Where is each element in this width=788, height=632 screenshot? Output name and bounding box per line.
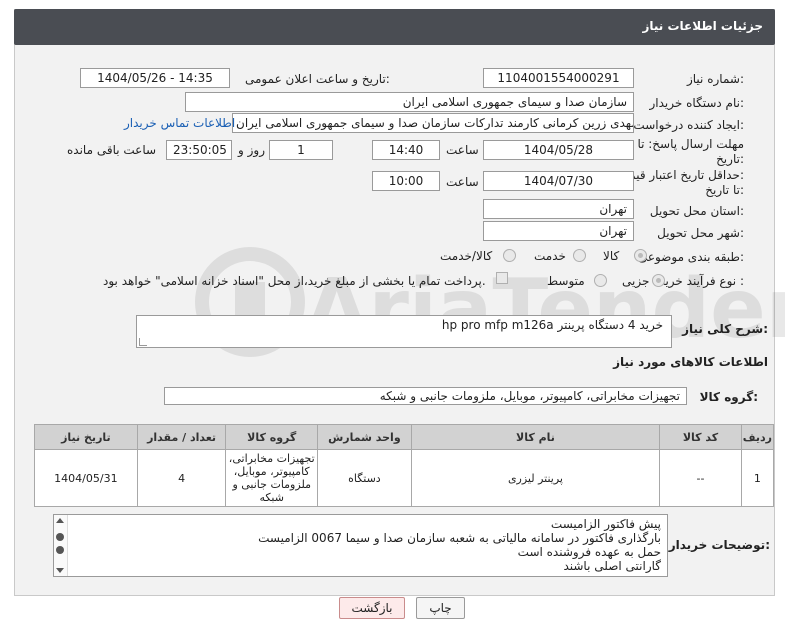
- buyer-notes-field: پیش فاکتور الزامیست بارگذاری فاکتور در س…: [53, 514, 668, 577]
- category-radio-service[interactable]: [573, 249, 586, 262]
- validity-date-label: تا تاریخ:: [705, 183, 744, 197]
- resize-handle[interactable]: [139, 338, 147, 346]
- remaining-days-field: 1: [269, 140, 333, 160]
- header-item-code: کد کالا: [659, 424, 742, 450]
- table-row: 1 -- پرینتر لیزری دستگاه تجهیزات مخابرات…: [34, 449, 775, 507]
- cell-need-date: 1404/05/31: [34, 449, 138, 507]
- city-field: تهران: [483, 221, 634, 241]
- category-radio-goods[interactable]: [634, 249, 647, 262]
- announce-datetime-field: 1404/05/26 - 14:35: [80, 68, 230, 88]
- header-row-number: ردیف: [740, 424, 775, 450]
- description-field: خرید 4 دستگاه پرینتر hp pro mfp m126a: [136, 315, 672, 348]
- buyer-org-label: نام دستگاه خریدار:: [649, 96, 745, 110]
- notes-line: گارانتی اصلی باشند: [563, 559, 661, 573]
- cell-quantity: 4: [136, 449, 227, 507]
- description-label: شرح کلی نیاز:: [682, 322, 768, 336]
- deadline-time-label: ساعت: [446, 143, 479, 157]
- notes-line: پیش فاکتور الزامیست: [550, 517, 661, 531]
- notes-line: بارگذاری فاکتور در سامانه مالیاتی به شعب…: [258, 531, 661, 545]
- announce-label: تاریخ و ساعت اعلان عمومی:: [245, 72, 390, 86]
- remaining-time-field: 23:50:05: [166, 140, 232, 160]
- scrollbar-arrows-icon: [56, 518, 64, 573]
- notes-scrollbar[interactable]: [54, 515, 68, 576]
- cell-row-number: 1: [740, 449, 775, 507]
- buyer-contact-link[interactable]: اطلاعات تماس خریدار: [124, 116, 235, 130]
- panel-header: جزئیات اطلاعات نیاز: [14, 9, 775, 45]
- province-field: تهران: [483, 199, 634, 219]
- cell-item-group: تجهیزات مخابراتی، کامپیوتر، موبایل، ملزو…: [225, 449, 319, 507]
- days-label: روز و: [238, 143, 265, 157]
- item-group-line: شبکه: [259, 491, 284, 504]
- validity-time-label: ساعت: [446, 175, 479, 189]
- header-unit: واحد شمارش: [317, 424, 412, 450]
- process-label: نوع فرآیند خرید :: [659, 274, 744, 288]
- category-option-service: خدمت: [534, 249, 566, 263]
- process-radio-medium[interactable]: [594, 274, 607, 287]
- process-option-minor: جزیی: [622, 274, 650, 288]
- print-button[interactable]: چاپ: [416, 597, 465, 619]
- cell-item-name: پرینتر لیزری: [410, 449, 661, 507]
- validity-time-field: 10:00: [372, 171, 440, 191]
- table-header-row: ردیف کد کالا نام کالا واحد شمارش گروه کا…: [34, 424, 775, 450]
- cell-unit: دستگاه: [317, 449, 412, 507]
- category-option-goods: کالا: [603, 249, 620, 263]
- category-label: طبقه بندی موضوعی:: [637, 250, 744, 264]
- buyer-notes-label: توضیحات خریدار:: [668, 538, 770, 552]
- creator-label: ایجاد کننده درخواست:: [633, 118, 744, 132]
- goods-group-label: گروه کالا:: [699, 390, 758, 404]
- deadline-time-field: 14:40: [372, 140, 440, 160]
- category-option-goods-service: کالا/خدمت: [440, 249, 493, 263]
- item-group-line: تجهیزات مخابراتی،: [228, 452, 315, 465]
- creator-field: مهدی زرین کرمانی کارمند تدارکات سازمان ص…: [232, 113, 634, 133]
- deadline-date-field: 1404/05/28: [483, 140, 634, 160]
- category-radio-goods-service[interactable]: [503, 249, 516, 262]
- header-need-date: تاریخ نیاز: [34, 424, 138, 450]
- header-item-group: گروه کالا: [225, 424, 319, 450]
- buyer-org-field: سازمان صدا و سیمای جمهوری اسلامی ایران: [185, 92, 634, 112]
- city-label: شهر محل تحویل:: [657, 226, 744, 240]
- remaining-label: ساعت باقی مانده: [67, 143, 157, 157]
- item-group-line: کامپیوتر، موبایل،: [233, 465, 310, 478]
- items-table: ردیف کد کالا نام کالا واحد شمارش گروه کا…: [34, 424, 775, 507]
- deadline-date-label: تاریخ:: [716, 152, 744, 166]
- cell-item-code: --: [659, 449, 742, 507]
- province-label: استان محل تحویل:: [649, 204, 744, 218]
- header-item-name: نام کالا: [410, 424, 661, 450]
- back-button[interactable]: بازگشت: [339, 597, 405, 619]
- goods-group-field: تجهیزات مخابراتی، کامپیوتر، موبایل، ملزو…: [164, 387, 687, 405]
- treasury-payment-checkbox[interactable]: [496, 272, 508, 284]
- process-option-medium: متوسط: [547, 274, 585, 288]
- treasury-payment-note: پرداخت تمام یا بخشی از مبلغ خرید،از محل …: [103, 274, 486, 288]
- item-group-line: ملزومات جانبی و: [232, 478, 311, 491]
- header-quantity: تعداد / مقدار: [136, 424, 227, 450]
- validity-label: حداقل تاریخ اعتبار قیمت:: [617, 168, 744, 182]
- page-title: جزئیات اطلاعات نیاز: [642, 19, 763, 33]
- notes-line: حمل به عهده فروشنده است: [517, 545, 661, 559]
- deadline-label: مهلت ارسال پاسخ: تا: [637, 137, 744, 151]
- validity-date-field: 1404/07/30: [483, 171, 634, 191]
- process-radio-minor[interactable]: [652, 274, 665, 287]
- description-text: خرید 4 دستگاه پرینتر hp pro mfp m126a: [441, 318, 663, 332]
- need-number-field: 1104001554000291: [483, 68, 634, 88]
- need-number-label: شماره نیاز:: [686, 72, 744, 86]
- goods-section-title: اطلاعات کالاهای مورد نیاز: [613, 355, 768, 369]
